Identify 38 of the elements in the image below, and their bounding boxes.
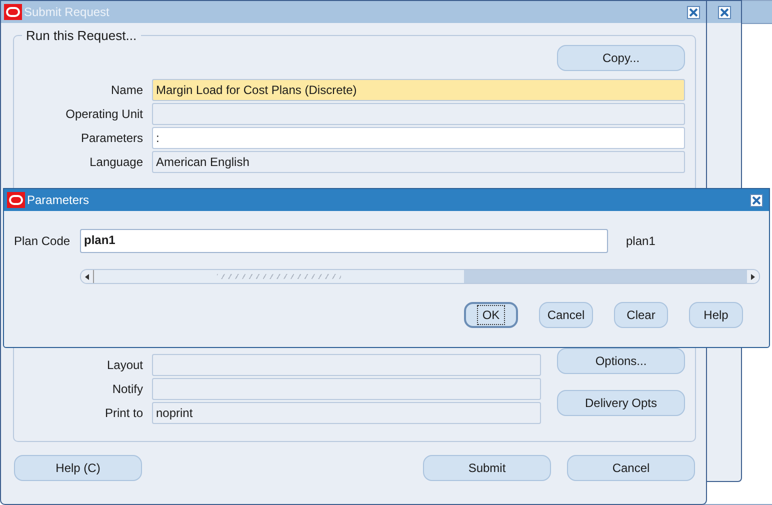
input-field[interactable]: noprint xyxy=(152,402,541,424)
field-label: Operating Unit xyxy=(64,107,143,121)
input-field[interactable] xyxy=(152,378,541,400)
logo-icon xyxy=(4,4,22,20)
input-field[interactable]: : xyxy=(152,127,685,149)
field-label: Language xyxy=(88,155,143,169)
dialog-button[interactable]: OK xyxy=(464,302,518,328)
input-field[interactable]: American English xyxy=(152,151,685,173)
close-icon[interactable] xyxy=(687,6,700,18)
scroll-left-icon[interactable] xyxy=(83,272,91,280)
copy-button[interactable]: Copy... xyxy=(557,45,685,71)
input-field[interactable]: Margin Load for Cost Plans (Discrete) xyxy=(152,79,685,101)
footer-button[interactable]: Cancel xyxy=(567,455,695,481)
field-label: Layout xyxy=(106,358,143,372)
footer-button[interactable]: Help (C) xyxy=(14,455,142,481)
group-title: Run this Request... xyxy=(25,28,138,43)
dialog-button[interactable]: Cancel xyxy=(539,302,593,328)
option-button[interactable]: Options... xyxy=(557,348,685,374)
input-field[interactable]: plan1 xyxy=(80,229,608,253)
field-label: Plan Code xyxy=(14,234,72,248)
dialog-title: Parameters xyxy=(27,193,90,207)
input-field[interactable] xyxy=(152,354,541,376)
field-label: Print to xyxy=(104,406,143,420)
scroll-right-icon[interactable] xyxy=(749,272,757,280)
window-title: Submit Request xyxy=(24,5,110,19)
value-description: plan1 xyxy=(626,234,656,248)
dialog-button[interactable]: Clear xyxy=(614,302,668,328)
field-label: Name xyxy=(110,83,143,97)
field-label: Parameters xyxy=(80,131,143,145)
close-icon[interactable] xyxy=(718,6,731,18)
field-label: Notify xyxy=(111,382,143,396)
close-icon[interactable] xyxy=(750,194,763,206)
scrollbar[interactable] xyxy=(80,269,760,284)
logo-icon xyxy=(7,192,25,208)
option-button[interactable]: Delivery Opts xyxy=(557,390,685,416)
input-field[interactable] xyxy=(152,103,685,125)
footer-button[interactable]: Submit xyxy=(423,455,551,481)
dialog-button[interactable]: Help xyxy=(689,302,743,328)
